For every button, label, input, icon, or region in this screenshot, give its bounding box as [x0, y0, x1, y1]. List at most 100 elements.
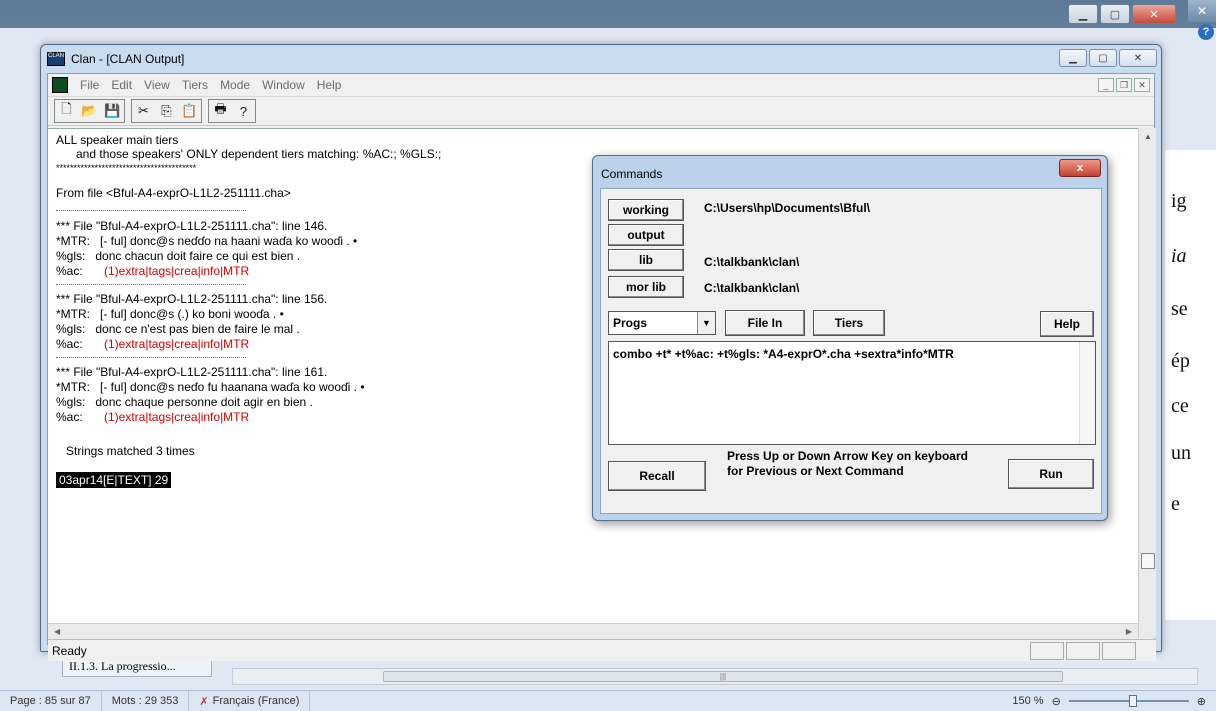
- mor-lib-path: C:\talkbank\clan\: [704, 281, 800, 295]
- help-button[interactable]: Help: [1040, 311, 1094, 337]
- word-horizontal-scrollbar[interactable]: |||: [232, 668, 1198, 685]
- scroll-right-icon[interactable]: ▶: [1126, 627, 1132, 636]
- output-vertical-scrollbar[interactable]: ▲: [1138, 128, 1156, 638]
- spellcheck-icon: ✗: [199, 695, 209, 708]
- output-line: *MTR: [- ful] donc@s (.) ko boni wooɗa .…: [56, 307, 284, 321]
- menu-bar: File Edit View Tiers Mode Window Help _ …: [48, 74, 1154, 96]
- help-icon[interactable]: ?: [1198, 24, 1214, 40]
- doc-fragment: e: [1171, 493, 1180, 515]
- scroll-up-icon[interactable]: ▲: [1139, 128, 1157, 144]
- language-label: Français (France): [212, 695, 300, 707]
- mdi-restore-button[interactable]: ❐: [1116, 78, 1132, 92]
- file-in-button[interactable]: File In: [725, 310, 805, 336]
- close-button[interactable]: ✕: [1119, 49, 1157, 67]
- command-text: combo +t* +t%ac: +t%gls: *A4-exprO*.cha …: [613, 347, 954, 361]
- word-document-page: ig ia se ép ce un e: [1165, 150, 1216, 620]
- print-icon[interactable]: 🖶: [209, 100, 232, 122]
- separator: [56, 357, 246, 358]
- output-line: *** File "Bful-A4-exprO-L1L2-251111.cha"…: [56, 219, 328, 233]
- dialog-close-button[interactable]: x: [1059, 159, 1101, 177]
- recall-button[interactable]: Recall: [608, 461, 706, 491]
- doc-fragment: se: [1171, 298, 1188, 320]
- scroll-thumb[interactable]: |||: [383, 671, 1063, 682]
- doc-fragment: ce: [1171, 395, 1189, 417]
- output-line: %ac:: [56, 337, 93, 351]
- clan-titlebar[interactable]: CLAN Clan - [CLAN Output]: [41, 45, 1161, 73]
- status-text: Ready: [52, 643, 87, 658]
- mdi-controls: _ ❐ ✕: [1098, 78, 1154, 92]
- output-line-highlight: (1)extra|tags|crea|info|MTR: [104, 264, 250, 278]
- menu-view[interactable]: View: [138, 78, 176, 92]
- output-line: ALL speaker main tiers: [56, 133, 179, 147]
- misc-toolbar-group: 🖶 ?: [208, 99, 256, 123]
- output-line: *MTR: [- ful] donc@s neɗɗo na haani waɗa…: [56, 234, 358, 248]
- menu-window[interactable]: Window: [256, 78, 311, 92]
- run-button[interactable]: Run: [1008, 459, 1094, 489]
- tag-line: 03apr14[E|TEXT] 29: [56, 472, 172, 488]
- command-input[interactable]: combo +t* +t%ac: +t%gls: *A4-exprO*.cha …: [608, 341, 1096, 445]
- minimize-button[interactable]: ▁: [1059, 49, 1087, 67]
- output-button[interactable]: output: [608, 224, 684, 246]
- document-icon[interactable]: [52, 77, 68, 93]
- file-toolbar-group: 🗋 📂 💾: [54, 99, 125, 123]
- copy-icon[interactable]: ⎘: [155, 100, 178, 122]
- scroll-left-icon[interactable]: ◀: [54, 627, 60, 636]
- zoom-in-icon[interactable]: ⊕: [1197, 695, 1206, 708]
- menu-file[interactable]: File: [74, 78, 105, 92]
- zoom-slider-thumb[interactable]: [1128, 695, 1137, 707]
- commands-dialog: Commands x working C:\Users\hp\Documents…: [592, 155, 1108, 521]
- outer-close-icon[interactable]: ✕: [1188, 0, 1216, 22]
- scroll-thumb[interactable]: [1141, 553, 1155, 569]
- toolbar: 🗋 📂 💾 ✂ ⎘ 📋 🖶 ?: [48, 96, 1154, 126]
- output-line: %gls: donc chaque personne doit agir en …: [56, 395, 313, 409]
- separator: [56, 210, 246, 211]
- outer-maximize-button[interactable]: ▢: [1100, 4, 1130, 24]
- output-line: %ac:: [56, 410, 93, 424]
- zoom-slider[interactable]: [1068, 695, 1189, 707]
- open-folder-icon[interactable]: 📂: [78, 100, 101, 122]
- language-indicator[interactable]: ✗ Français (France): [189, 691, 311, 711]
- output-line: %ac:: [56, 264, 93, 278]
- zoom-level[interactable]: 150 %: [1012, 695, 1043, 707]
- output-line: ****************************************: [56, 163, 197, 173]
- progs-dropdown[interactable]: Progs ▼: [608, 311, 716, 335]
- page-count[interactable]: Page : 85 sur 87: [0, 691, 102, 711]
- strings-matched: Strings matched 3 times: [56, 444, 195, 458]
- save-icon[interactable]: 💾: [101, 100, 124, 122]
- menu-mode[interactable]: Mode: [214, 78, 256, 92]
- clan-window-controls: ▁ ▢ ✕: [1059, 49, 1157, 67]
- word-count[interactable]: Mots : 29 353: [102, 691, 190, 711]
- mdi-close-button[interactable]: ✕: [1134, 78, 1150, 92]
- cut-icon[interactable]: ✂: [132, 100, 155, 122]
- outer-window-controls: ▁ ▢ ✕: [1068, 4, 1176, 24]
- doc-fragment: ig: [1171, 190, 1187, 212]
- outer-close-button[interactable]: ✕: [1132, 4, 1176, 24]
- maximize-button[interactable]: ▢: [1089, 49, 1117, 67]
- menu-help[interactable]: Help: [311, 78, 348, 92]
- doc-fragment: ép: [1171, 350, 1190, 372]
- paste-icon[interactable]: 📋: [178, 100, 201, 122]
- output-line: *** File "Bful-A4-exprO-L1L2-251111.cha"…: [56, 292, 328, 306]
- output-line: and those speakers' ONLY dependent tiers…: [56, 147, 442, 161]
- working-button[interactable]: working: [608, 199, 684, 221]
- output-horizontal-scrollbar[interactable]: ◀ ▶: [48, 623, 1138, 639]
- mdi-minimize-button[interactable]: _: [1098, 78, 1114, 92]
- lib-button[interactable]: lib: [608, 249, 684, 271]
- chevron-down-icon[interactable]: ▼: [697, 312, 715, 334]
- doc-fragment: ia: [1171, 245, 1187, 267]
- edit-toolbar-group: ✂ ⎘ 📋: [131, 99, 202, 123]
- menu-tiers[interactable]: Tiers: [176, 78, 214, 92]
- status-cells: [1030, 641, 1156, 660]
- output-line-highlight: (1)extra|tags|crea|info|MTR: [104, 337, 250, 351]
- outer-minimize-button[interactable]: ▁: [1068, 4, 1098, 24]
- mor-lib-button[interactable]: mor lib: [608, 276, 684, 298]
- help-question-icon[interactable]: ?: [232, 100, 255, 122]
- output-line: %gls: donc chacun doit faire ce qui est …: [56, 249, 301, 263]
- command-scrollbar[interactable]: [1079, 342, 1095, 444]
- hint-text: Press Up or Down Arrow Key on keyboard f…: [727, 449, 968, 478]
- new-file-icon[interactable]: 🗋: [55, 100, 78, 122]
- tiers-button[interactable]: Tiers: [813, 310, 885, 336]
- zoom-out-icon[interactable]: ⊖: [1052, 695, 1061, 708]
- menu-edit[interactable]: Edit: [105, 78, 138, 92]
- progs-selected: Progs: [613, 316, 648, 330]
